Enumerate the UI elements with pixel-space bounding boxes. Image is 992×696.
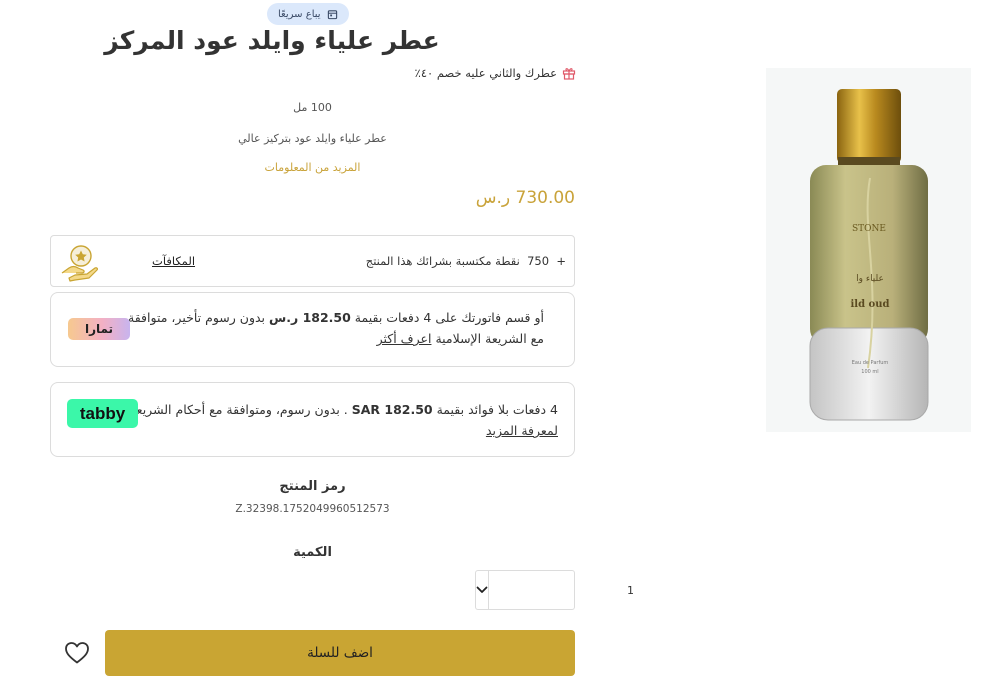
tabby-installments-box: 4 دفعات بلا فوائد بقيمة SAR 182.50 . بدو… <box>50 382 575 457</box>
rewards-box: + 750 نقطة مكتسبة بشرائك هذا المنتج المك… <box>50 235 575 287</box>
heart-icon[interactable] <box>64 641 90 665</box>
tabby-text-before: 4 دفعات بلا فوائد بقيمة <box>436 402 558 417</box>
svg-text:STONE: STONE <box>852 224 886 234</box>
quantity-label: الكمية <box>293 545 332 560</box>
badge-label: يباع سريعًا <box>278 8 321 20</box>
chevron-down-icon <box>476 586 488 593</box>
more-info-link[interactable]: المزيد من المعلومات <box>50 161 575 174</box>
tamara-amount: 182.50 ر.س <box>269 310 351 325</box>
tabby-logo: tabby <box>67 399 138 428</box>
gift-icon <box>562 68 576 80</box>
tamara-text-before: أو قسم فاتورتك على 4 دفعات بقيمة <box>354 310 544 325</box>
svg-text:Eau de Parfum: Eau de Parfum <box>852 360 889 366</box>
perfume-bottle-image: STONE علياء وا ild oud Eau de Parfum 100… <box>809 89 929 421</box>
offer-line: عطرك والثاني عليه خصم ٤٠٪ <box>415 66 576 80</box>
calendar-icon <box>327 9 337 19</box>
add-to-cart-button[interactable]: اضف للسلة <box>105 630 575 676</box>
quantity-input[interactable] <box>489 571 639 609</box>
product-size: 100 مل <box>293 101 332 114</box>
product-image[interactable]: STONE علياء وا ild oud Eau de Parfum 100… <box>766 68 971 432</box>
svg-text:100 ml: 100 ml <box>861 369 878 375</box>
quantity-selector <box>475 570 639 610</box>
svg-text:ild oud: ild oud <box>850 299 889 310</box>
tabby-text: 4 دفعات بلا فوائد بقيمة SAR 182.50 . بدو… <box>118 399 558 441</box>
rewards-points-text: + 750 نقطة مكتسبة بشرائك هذا المنتج <box>366 254 566 268</box>
quantity-dropdown-toggle[interactable] <box>476 571 489 609</box>
rewards-link[interactable]: المكافآت <box>152 254 195 268</box>
tamara-installments-box: أو قسم فاتورتك على 4 دفعات بقيمة 182.50 … <box>50 292 575 367</box>
product-price: 730.00 ر.س <box>475 188 575 208</box>
tamara-text: أو قسم فاتورتك على 4 دفعات بقيمة 182.50 … <box>124 307 544 349</box>
product-title: عطر علياء وايلد عود المركز <box>104 26 440 55</box>
product-description: عطر علياء وايلد عود بتركيز عالي <box>238 132 387 145</box>
tamara-logo: تمارا <box>68 318 130 340</box>
fast-selling-badge: يباع سريعًا <box>267 3 349 25</box>
offer-text: عطرك والثاني عليه خصم ٤٠٪ <box>414 66 557 80</box>
tabby-learn-more-link[interactable]: لمعرفة المزيد <box>486 423 558 438</box>
tamara-learn-more-link[interactable]: اعرف أكثر <box>377 331 432 346</box>
points-value: 750 <box>527 254 550 268</box>
hand-star-icon <box>61 245 98 282</box>
points-prefix: + <box>556 254 566 268</box>
svg-text:علياء وا: علياء وا <box>856 274 884 284</box>
sku-value: Z.32398.1752049960512573 <box>235 503 390 515</box>
tabby-amount: SAR 182.50 <box>351 402 433 417</box>
points-label: نقطة مكتسبة بشرائك هذا المنتج <box>365 254 520 268</box>
tabby-text-after: . بدون رسوم، ومتوافقة مع أحكام الشريعة. <box>125 402 348 417</box>
sku-label: رمز المنتج <box>279 479 346 494</box>
